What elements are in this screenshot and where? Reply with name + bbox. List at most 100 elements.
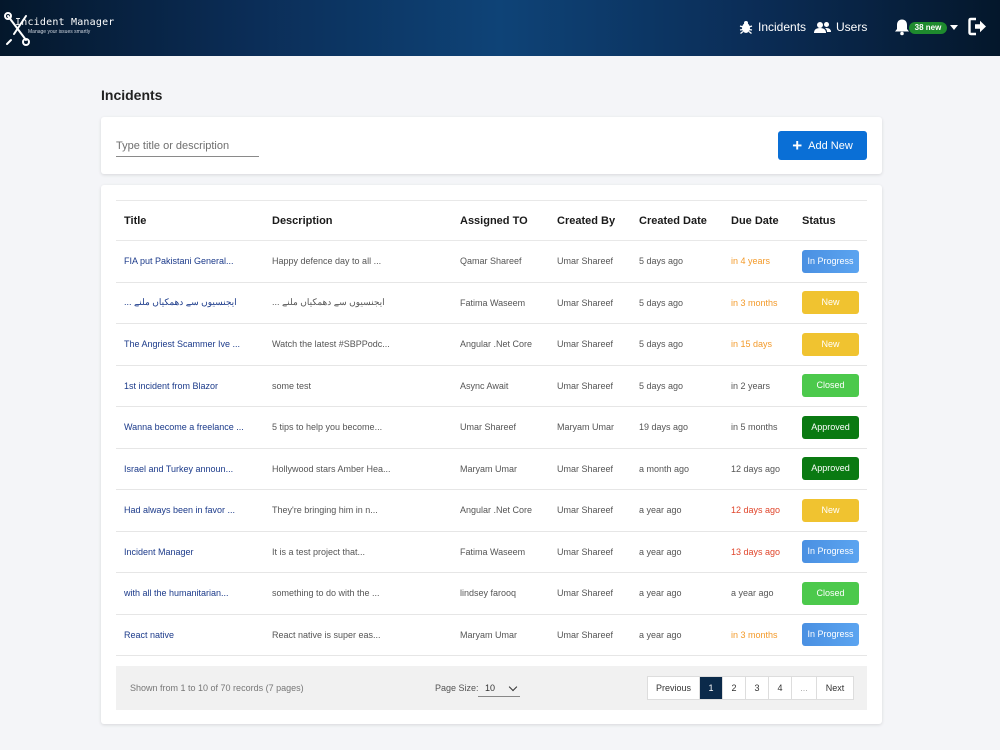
cell-assigned-to: Angular .Net Core [452,489,549,532]
column-header-created-by[interactable]: Created By [549,200,631,241]
incidents-table-card: Title Description Assigned TO Created By… [101,185,882,724]
column-header-due-date[interactable]: Due Date [723,200,794,241]
brand-title[interactable]: Incident Manager [15,17,115,28]
cell-created-by: Umar Shareef [549,365,631,407]
cell-due-date: in 5 months [723,406,794,449]
column-header-description[interactable]: Description [264,200,452,241]
cell-assigned-to: Fatima Waseem [452,531,549,573]
cell-due-date: in 3 months [723,614,794,656]
table-row[interactable]: Israel and Turkey announ... Hollywood sta… [116,448,867,490]
cell-title[interactable]: Incident Manager [116,531,264,573]
add-new-label: Add New [808,139,853,152]
pagination-page-3[interactable]: 3 [746,677,769,699]
status-badge[interactable]: Approved [802,457,859,481]
cell-due-date: a year ago [723,572,794,615]
cell-description: Happy defence day to all ... [264,240,452,283]
nav-users-link[interactable]: Users [814,18,867,36]
cell-title[interactable]: Wanna become a freelance ... [116,406,264,449]
logout-icon[interactable] [968,17,987,36]
pagination-previous[interactable]: Previous [648,677,700,699]
nav-users-label: Users [836,20,868,34]
status-badge[interactable]: Closed [802,374,859,398]
cell-description: Watch the latest #SBPPodc... [264,323,452,366]
table-row[interactable]: FIA put Pakistani General... Happy defenc… [116,240,867,283]
cell-title[interactable]: ... ایجنسیوں سے دھمکیاں ملنے [116,282,264,324]
top-navbar: Incident Manager Manage your issues smar… [0,0,1000,56]
cell-created-by: Maryam Umar [549,406,631,449]
cell-created-by: Umar Shareef [549,572,631,615]
cell-due-date: in 4 years [723,240,794,283]
table-header-row: Title Description Assigned TO Created By… [116,200,867,241]
table-row[interactable]: 1st incident from Blazor some test Async A… [116,365,867,407]
cell-assigned-to: Umar Shareef [452,406,549,449]
cell-created-date: a year ago [631,572,723,615]
notification-badge[interactable]: 38 new [909,22,947,34]
status-badge[interactable]: Closed [802,581,859,605]
cell-created-date: a year ago [631,531,723,573]
status-badge[interactable]: In Progress [802,249,859,273]
cell-created-date: 5 days ago [631,282,723,324]
status-badge[interactable]: In Progress [802,623,859,647]
nav-incidents-link[interactable]: Incidents [739,18,806,36]
cell-created-date: a year ago [631,614,723,656]
cell-created-date: a month ago [631,448,723,490]
cell-due-date: in 15 days [723,323,794,366]
table-row[interactable]: The Angriest Scammer Ive ... Watch the la… [116,323,867,366]
status-badge[interactable]: In Progress [802,540,859,564]
status-badge[interactable]: Approved [802,415,859,439]
cell-created-date: a year ago [631,489,723,532]
column-header-assigned-to[interactable]: Assigned TO [452,200,549,241]
status-badge[interactable]: New [802,291,859,315]
cell-due-date: 12 days ago [723,448,794,490]
cell-created-by: Umar Shareef [549,489,631,532]
table-row[interactable]: Had always been in favor ... They're brin… [116,489,867,532]
status-badge[interactable]: New [802,498,859,522]
pagination-page-4[interactable]: 4 [769,677,792,699]
pagination-page-1[interactable]: 1 [700,677,723,699]
chevron-down-icon [508,682,518,692]
cell-created-date: 19 days ago [631,406,723,449]
cell-title[interactable]: The Angriest Scammer Ive ... [116,323,264,366]
cell-description: React native is super eas... [264,614,452,656]
cell-assigned-to: Qamar Shareef [452,240,549,283]
cell-created-by: Umar Shareef [549,448,631,490]
cell-created-by: Umar Shareef [549,282,631,324]
table-row[interactable]: React native React native is super eas...… [116,614,867,656]
status-badge[interactable]: New [802,332,859,356]
cell-title[interactable]: Had always been in favor ... [116,489,264,532]
pagination-page-2[interactable]: 2 [723,677,746,699]
table-row[interactable]: ... ایجنسیوں سے دھمکیاں ملنے... ایجنسیوں… [116,282,867,324]
add-new-button[interactable]: + Add New [778,131,867,160]
cell-title[interactable]: Israel and Turkey announ... [116,448,264,490]
column-header-title[interactable]: Title [116,200,264,241]
chevron-down-icon[interactable] [950,25,958,30]
column-header-created-date[interactable]: Created Date [631,200,723,241]
table-row[interactable]: with all the humanitarian... something to… [116,572,867,615]
cell-description: They're bringing him in n... [264,489,452,532]
cell-description: some test [264,365,452,407]
cell-status: New [794,489,867,532]
cell-title[interactable]: 1st incident from Blazor [116,365,264,407]
cell-created-by: Umar Shareef [549,323,631,366]
plus-icon: + [792,136,803,155]
cell-status: New [794,323,867,366]
pagination-next[interactable]: Next [817,677,853,699]
cell-created-date: 5 days ago [631,365,723,407]
column-header-status[interactable]: Status [794,200,867,241]
cell-assigned-to: Fatima Waseem [452,282,549,324]
table-row[interactable]: Wanna become a freelance ... 5 tips to he… [116,406,867,449]
cell-due-date: 12 days ago [723,489,794,532]
cell-created-date: 5 days ago [631,323,723,366]
table-row[interactable]: Incident Manager It is a test project tha… [116,531,867,573]
cell-title[interactable]: React native [116,614,264,656]
nav-incidents-label: Incidents [758,20,807,34]
cell-title[interactable]: with all the humanitarian... [116,572,264,615]
cell-title[interactable]: FIA put Pakistani General... [116,240,264,283]
wrench-logo-icon[interactable] [4,10,30,48]
page-size-select[interactable]: 10 [478,679,520,697]
search-input[interactable] [116,135,259,157]
cell-due-date: in 3 months [723,282,794,324]
page-size-label: Page Size: [435,683,479,693]
cell-status: In Progress [794,614,867,656]
cell-status: Approved [794,406,867,449]
